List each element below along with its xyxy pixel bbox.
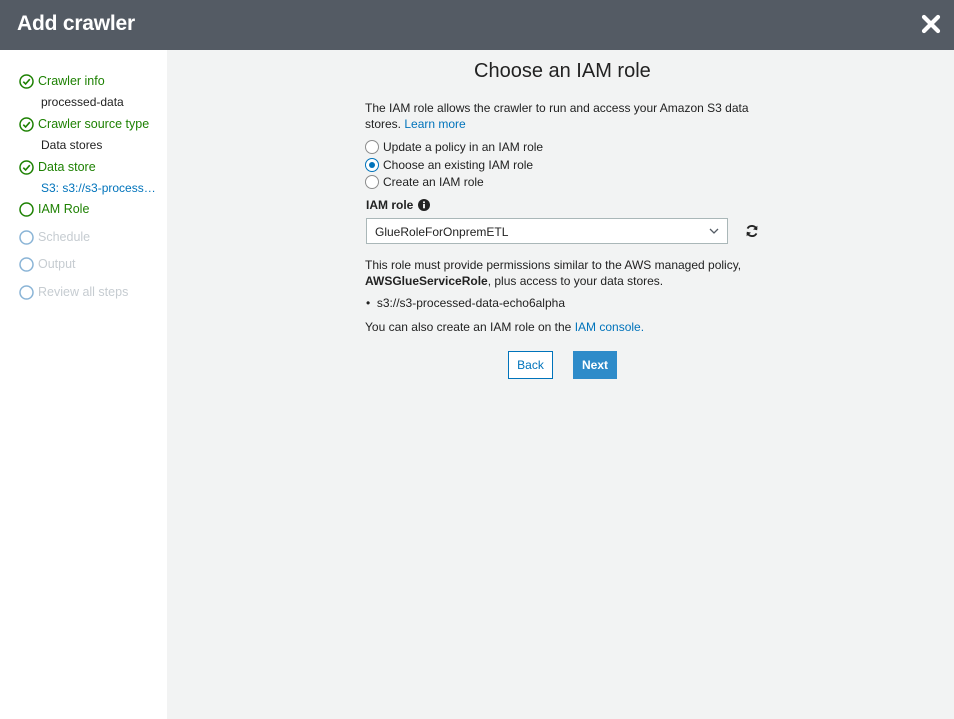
policy-requirement-text: This role must provide permissions simil… bbox=[365, 258, 765, 289]
step-data-store[interactable]: Data store bbox=[19, 158, 96, 176]
step-iam-role[interactable]: IAM Role bbox=[19, 200, 89, 218]
radio-label: Choose an existing IAM role bbox=[383, 158, 534, 172]
circle-icon bbox=[19, 256, 34, 272]
learn-more-link[interactable]: Learn more bbox=[404, 117, 465, 131]
step-crawler-source-type[interactable]: Crawler source type bbox=[19, 115, 149, 133]
close-icon[interactable] bbox=[920, 13, 942, 35]
step-label: Crawler source type bbox=[38, 117, 150, 131]
data-store-path: s3://s3-processed-data-echo6alpha bbox=[376, 296, 565, 310]
data-store-list-item: • s3://s3-processed-data-echo6alpha bbox=[366, 296, 565, 310]
step-crawler-info[interactable]: Crawler info bbox=[19, 72, 105, 90]
bullet-marker: • bbox=[366, 296, 377, 310]
radio-button[interactable] bbox=[365, 140, 379, 154]
policy-text-start: This role must provide permissions simil… bbox=[365, 258, 742, 272]
step-label: Output bbox=[38, 257, 76, 271]
console-note-text: You can also create an IAM role on the bbox=[365, 320, 575, 334]
iam-role-selected-value: GlueRoleForOnpremETL bbox=[375, 225, 509, 239]
iam-console-link[interactable]: IAM console. bbox=[575, 320, 644, 334]
option-choose-existing-role[interactable]: Choose an existing IAM role bbox=[365, 157, 533, 173]
radio-label: Update a policy in an IAM role bbox=[383, 140, 544, 154]
circle-icon bbox=[19, 229, 34, 245]
check-circle-icon bbox=[19, 73, 34, 89]
description: The IAM role allows the crawler to run a… bbox=[365, 101, 765, 132]
option-update-policy[interactable]: Update a policy in an IAM role bbox=[365, 139, 543, 155]
step-schedule: Schedule bbox=[19, 228, 90, 246]
modal-header: Add crawler bbox=[0, 0, 954, 50]
step-label: Schedule bbox=[38, 230, 91, 244]
info-icon[interactable] bbox=[418, 199, 431, 211]
step-sub-source-type: Data stores bbox=[41, 138, 103, 152]
iam-role-label: IAM role bbox=[366, 198, 414, 212]
iam-console-note: You can also create an IAM role on the I… bbox=[365, 320, 644, 334]
chevron-down-icon bbox=[709, 228, 719, 234]
iam-role-select[interactable]: GlueRoleForOnpremETL bbox=[366, 218, 728, 244]
step-label: Data store bbox=[38, 160, 96, 174]
check-circle-icon bbox=[19, 159, 34, 175]
step-sub-crawler-name: processed-data bbox=[41, 95, 124, 109]
policy-name: AWSGlueServiceRole bbox=[365, 273, 488, 288]
step-label: Crawler info bbox=[38, 74, 105, 88]
step-review-all-steps: Review all steps bbox=[19, 283, 128, 301]
check-circle-icon bbox=[19, 116, 34, 132]
step-label: Review all steps bbox=[38, 285, 129, 299]
back-button[interactable]: Back bbox=[508, 351, 553, 379]
radio-label: Create an IAM role bbox=[383, 175, 484, 189]
policy-text-end: , plus access to your data stores. bbox=[487, 273, 664, 288]
main-content: Choose an IAM role The IAM role allows t… bbox=[167, 50, 954, 719]
wizard-sidebar: Crawler info processed-data Crawler sour… bbox=[0, 50, 167, 719]
next-button[interactable]: Next bbox=[573, 351, 617, 379]
modal-title: Add crawler bbox=[17, 12, 136, 35]
circle-icon bbox=[19, 201, 34, 217]
refresh-icon[interactable] bbox=[745, 224, 759, 238]
step-output: Output bbox=[19, 255, 76, 273]
circle-icon bbox=[19, 284, 34, 300]
option-create-role[interactable]: Create an IAM role bbox=[365, 174, 484, 190]
step-label: IAM Role bbox=[38, 202, 90, 216]
step-sub-data-store-link[interactable]: S3: s3://s3-processed-data-echo6alpha bbox=[41, 181, 161, 195]
radio-button[interactable] bbox=[365, 175, 379, 189]
radio-button-selected[interactable] bbox=[365, 158, 379, 172]
page-title: Choose an IAM role bbox=[474, 60, 651, 82]
iam-role-field-label: IAM role bbox=[366, 198, 431, 212]
